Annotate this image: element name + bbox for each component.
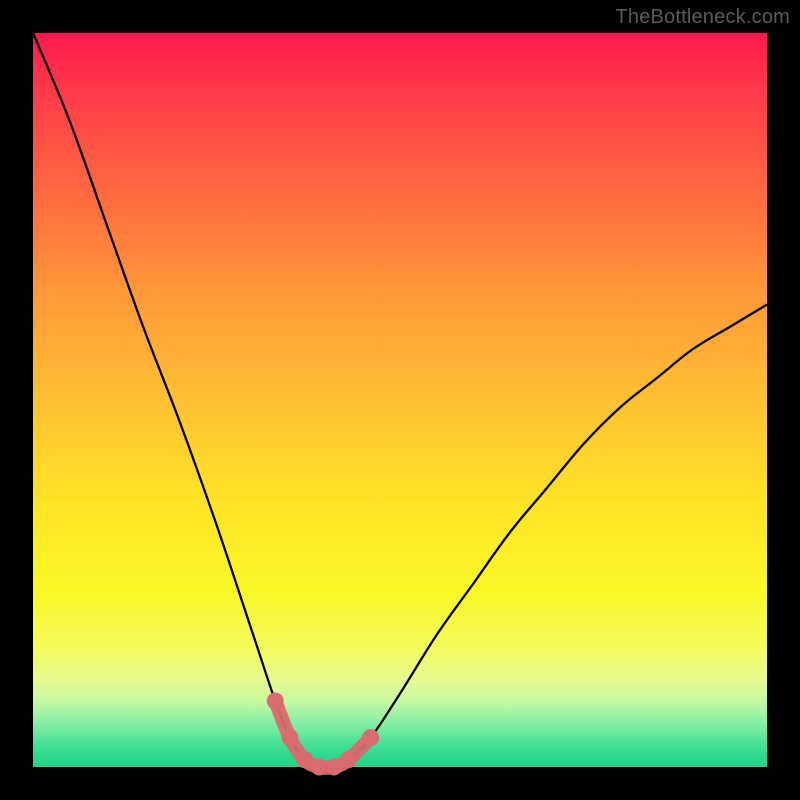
trough-marker-dot	[281, 729, 298, 746]
bottleneck-curve-svg	[33, 33, 767, 767]
plot-area	[33, 33, 767, 767]
trough-marker-dot	[296, 751, 313, 768]
trough-marker-dot	[362, 729, 379, 746]
trough-marker-dot	[267, 692, 284, 709]
trough-marker-dot	[325, 759, 342, 776]
bottleneck-curve	[33, 33, 767, 768]
trough-marker-dot	[311, 759, 328, 776]
trough-marker-dot	[340, 751, 357, 768]
chart-frame: TheBottleneck.com	[0, 0, 800, 800]
watermark-text: TheBottleneck.com	[615, 6, 790, 29]
